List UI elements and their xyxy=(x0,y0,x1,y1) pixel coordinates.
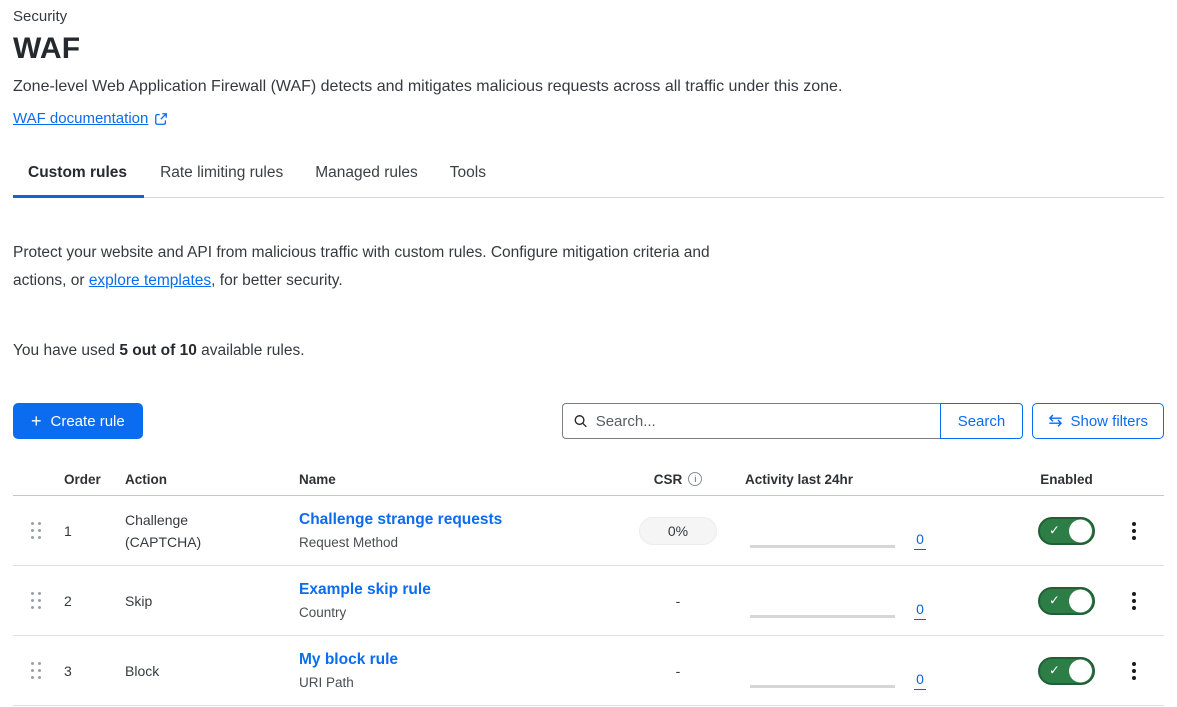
table-row: 3 Block My block rule URI Path - 0 ✓ xyxy=(13,636,1164,706)
sparkline-flat xyxy=(750,545,895,548)
toolbar-right: Search ⇆ Show filters xyxy=(562,403,1164,439)
col-action: Action xyxy=(110,472,286,487)
usage-count: 5 out of 10 xyxy=(119,342,197,359)
check-icon: ✓ xyxy=(1049,663,1060,678)
usage-text: You have used 5 out of 10 available rule… xyxy=(13,342,1164,360)
search-input[interactable] xyxy=(562,403,940,439)
kebab-icon xyxy=(1132,669,1136,673)
tab-rate-limiting-rules[interactable]: Rate limiting rules xyxy=(144,164,299,197)
csr-value: - xyxy=(676,593,681,609)
enabled-toggle[interactable]: ✓ xyxy=(1038,517,1095,545)
toggle-knob xyxy=(1069,659,1092,682)
activity-count-link[interactable]: 0 xyxy=(914,531,926,550)
kebab-icon xyxy=(1132,599,1136,603)
table-row: 1 Challenge (CAPTCHA) Challenge strange … xyxy=(13,496,1164,566)
explore-templates-link[interactable]: explore templates xyxy=(89,272,211,289)
create-rule-label: Create rule xyxy=(51,413,125,430)
tab-custom-rules[interactable]: Custom rules xyxy=(13,164,144,197)
rule-action: Challenge (CAPTCHA) xyxy=(110,509,235,553)
col-activity: Activity last 24hr xyxy=(738,472,900,487)
breadcrumb: Security xyxy=(13,8,1164,25)
rule-name-link[interactable]: My block rule xyxy=(299,651,398,668)
tab-tools[interactable]: Tools xyxy=(434,164,502,197)
info-icon[interactable]: i xyxy=(688,472,702,486)
col-csr: CSR i xyxy=(618,472,738,487)
sparkline-flat xyxy=(750,685,895,688)
enabled-toggle[interactable]: ✓ xyxy=(1038,587,1095,615)
rule-action: Block xyxy=(110,660,235,682)
rules-table: Order Action Name CSR i Activity last 24… xyxy=(13,463,1164,706)
row-menu-button[interactable] xyxy=(1104,599,1164,603)
enabled-toggle[interactable]: ✓ xyxy=(1038,657,1095,685)
usage-suffix: available rules. xyxy=(197,342,305,359)
drag-handle-icon[interactable] xyxy=(31,522,41,539)
page-description: Zone-level Web Application Firewall (WAF… xyxy=(13,78,1164,96)
rule-order: 2 xyxy=(58,593,110,609)
waf-documentation-link[interactable]: WAF documentation xyxy=(13,110,168,127)
rule-name-link[interactable]: Challenge strange requests xyxy=(299,511,502,528)
check-icon: ✓ xyxy=(1049,523,1060,538)
rule-order: 1 xyxy=(58,523,110,539)
col-name: Name xyxy=(286,472,618,487)
rule-field: Request Method xyxy=(299,533,618,553)
intro-after: , for better security. xyxy=(211,272,343,289)
toggle-knob xyxy=(1069,589,1092,612)
rule-order: 3 xyxy=(58,663,110,679)
activity-sparkline xyxy=(738,636,900,705)
table-row: 2 Skip Example skip rule Country - 0 ✓ xyxy=(13,566,1164,636)
external-link-icon xyxy=(154,112,168,126)
drag-handle-icon[interactable] xyxy=(31,592,41,609)
rule-name-link[interactable]: Example skip rule xyxy=(299,581,431,598)
activity-count-link[interactable]: 0 xyxy=(914,601,926,620)
usage-prefix: You have used xyxy=(13,342,119,359)
search-button[interactable]: Search xyxy=(940,403,1024,439)
csr-value: - xyxy=(676,663,681,679)
rule-action: Skip xyxy=(110,590,235,612)
kebab-icon xyxy=(1132,529,1136,533)
doc-link-label: WAF documentation xyxy=(13,110,148,127)
activity-sparkline xyxy=(738,566,900,635)
create-rule-button[interactable]: + Create rule xyxy=(13,403,143,439)
tab-managed-rules[interactable]: Managed rules xyxy=(299,164,434,197)
rule-field: URI Path xyxy=(299,673,618,693)
check-icon: ✓ xyxy=(1049,593,1060,608)
table-header: Order Action Name CSR i Activity last 24… xyxy=(13,463,1164,496)
col-order: Order xyxy=(58,472,110,487)
col-csr-label: CSR xyxy=(654,472,683,487)
toggle-knob xyxy=(1069,519,1092,542)
sparkline-flat xyxy=(750,615,895,618)
search-icon xyxy=(573,414,588,429)
col-enabled: Enabled xyxy=(1029,472,1104,487)
drag-handle-icon[interactable] xyxy=(31,662,41,679)
search-group: Search xyxy=(562,403,1024,439)
show-filters-button[interactable]: ⇆ Show filters xyxy=(1032,403,1164,439)
waf-page: Security WAF Zone-level Web Application … xyxy=(0,0,1177,706)
rule-field: Country xyxy=(299,603,618,623)
page-title: WAF xyxy=(13,32,1164,66)
show-filters-label: Show filters xyxy=(1070,413,1148,430)
swap-arrows-icon: ⇆ xyxy=(1048,413,1062,430)
activity-count-link[interactable]: 0 xyxy=(914,671,926,690)
plus-icon: + xyxy=(31,412,42,430)
activity-sparkline xyxy=(738,496,900,565)
row-menu-button[interactable] xyxy=(1104,669,1164,673)
intro-text: Protect your website and API from malici… xyxy=(13,239,758,295)
tab-bar: Custom rules Rate limiting rules Managed… xyxy=(13,164,1164,198)
csr-badge: 0% xyxy=(639,517,717,545)
row-menu-button[interactable] xyxy=(1104,529,1164,533)
toolbar: + Create rule Search ⇆ Show filters xyxy=(13,403,1164,439)
